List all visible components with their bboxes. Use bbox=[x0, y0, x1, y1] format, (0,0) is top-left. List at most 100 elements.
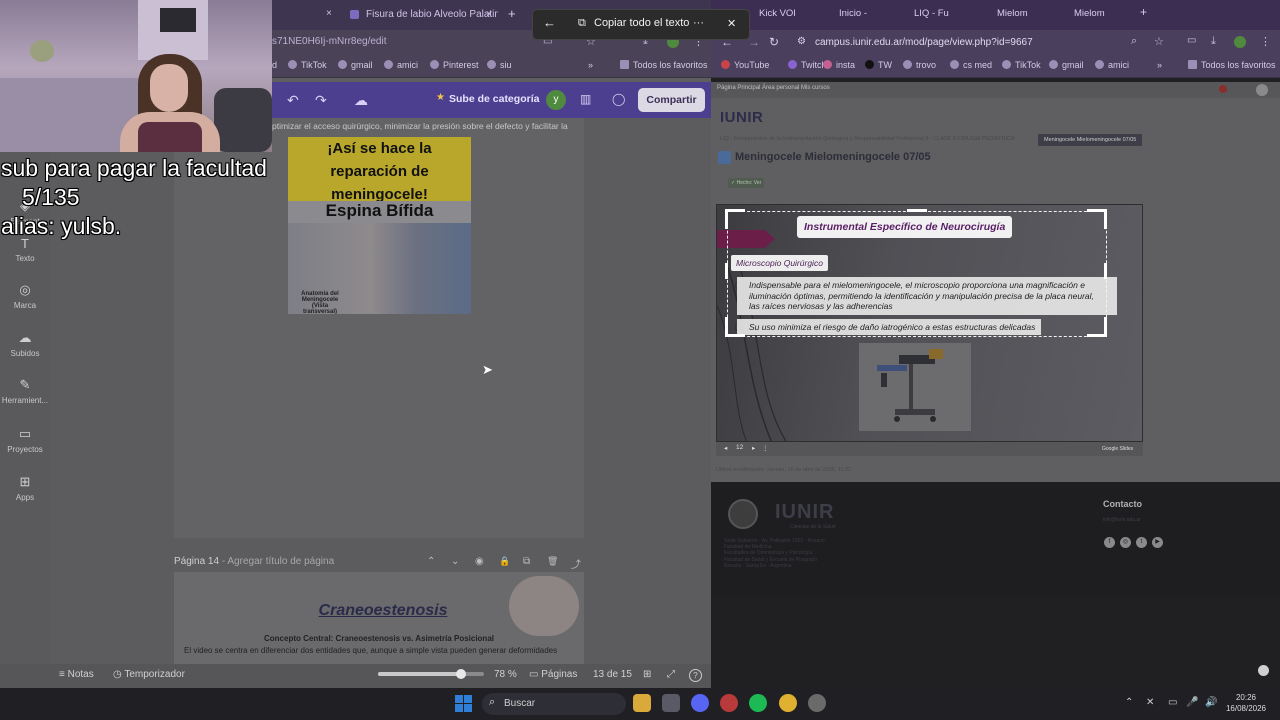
new-tab-button[interactable]: + bbox=[508, 6, 516, 21]
bookmark-youtube[interactable]: YouTube bbox=[721, 60, 769, 70]
bookmarks-more-icon[interactable]: » bbox=[588, 60, 593, 70]
selection-handle-left[interactable] bbox=[725, 263, 728, 279]
volume-icon[interactable]: 🔊 bbox=[1205, 697, 1217, 708]
instagram-icon[interactable]: ◎ bbox=[1120, 537, 1131, 548]
timer-button[interactable]: ◷ Temporizador bbox=[113, 669, 185, 680]
close-icon[interactable]: ✕ bbox=[727, 17, 736, 30]
star-icon[interactable]: ☆ bbox=[1154, 35, 1164, 48]
tab-close-icon[interactable]: × bbox=[486, 4, 492, 26]
tray-expand-icon[interactable]: ⌃ bbox=[1125, 697, 1133, 708]
eye-icon[interactable]: ◉ bbox=[475, 556, 484, 567]
next-slide-icon[interactable]: ▸ bbox=[752, 444, 755, 452]
poster-image[interactable]: ¡Así se hace la reparación de meningocel… bbox=[288, 137, 471, 314]
redo-icon[interactable]: ↷ bbox=[315, 92, 327, 109]
microphone-icon[interactable]: 🎤 bbox=[1186, 697, 1198, 708]
bookmark-tiktok[interactable]: TikTok bbox=[1002, 60, 1041, 70]
tray-display-icon[interactable]: ▭ bbox=[1168, 697, 1177, 708]
profile-avatar[interactable] bbox=[1234, 36, 1246, 48]
zoom-icon[interactable]: ⌕ bbox=[1131, 35, 1137, 48]
facebook-icon[interactable]: f bbox=[1104, 537, 1115, 548]
bookmark-pinterest[interactable]: Pinterest bbox=[430, 60, 479, 70]
bookmark-gmail[interactable]: gmail bbox=[338, 60, 373, 70]
lock-icon[interactable]: 🔒 bbox=[499, 556, 510, 567]
sidebar-item-tools[interactable]: ✎ Herramient... bbox=[0, 377, 50, 405]
notes-button[interactable]: ≡ Notas bbox=[59, 669, 94, 680]
bookmark-siu[interactable]: siu bbox=[487, 60, 512, 70]
twitter-icon[interactable]: t bbox=[1136, 537, 1147, 548]
tab-inicio[interactable]: Inicio - bbox=[839, 8, 867, 19]
help-icon[interactable]: ? bbox=[689, 669, 702, 682]
user-avatar[interactable]: y bbox=[546, 90, 566, 110]
sidebar-item-apps[interactable]: ⊞ Apps bbox=[0, 474, 50, 502]
right-address-bar[interactable]: ← → ↻ ⚙ campus.iunir.edu.ar/mod/page/vie… bbox=[711, 30, 1280, 56]
selection-handle-top[interactable] bbox=[907, 209, 927, 212]
url-text[interactable]: campus.iunir.edu.ar/mod/page/view.php?id… bbox=[815, 37, 1033, 48]
sidebar-item-uploads[interactable]: ☁ Subidos bbox=[0, 330, 50, 358]
tab-mielom-1[interactable]: Mielom bbox=[997, 8, 1028, 19]
embedded-slide[interactable]: Instrumental Específico de Neurocirugía … bbox=[716, 204, 1143, 442]
duplicate-icon[interactable]: ⧉ bbox=[523, 556, 530, 567]
chevron-down-icon[interactable]: ⌄ bbox=[451, 556, 459, 567]
selection-corner-top-right[interactable] bbox=[1087, 209, 1107, 229]
trash-icon[interactable]: 🗑 bbox=[547, 556, 558, 567]
bookmark-amici[interactable]: amici bbox=[1095, 60, 1129, 70]
back-arrow-icon[interactable]: ← bbox=[543, 15, 556, 30]
page-text-fragment[interactable]: ptimizar el acceso quirúrgico, minimizar… bbox=[272, 121, 568, 131]
tab-fisura-labio[interactable]: Fisura de labio Alveolo Palatino × bbox=[346, 4, 498, 26]
upgrade-button[interactable]: Sube de categoría bbox=[449, 93, 539, 105]
menu-icon[interactable]: ⋮ bbox=[1260, 35, 1271, 48]
user-menu-avatar[interactable] bbox=[1256, 84, 1268, 96]
zoom-value[interactable]: 78 % bbox=[494, 669, 517, 680]
bookmark-all-favorites[interactable]: Todos los favoritos bbox=[620, 60, 708, 70]
breadcrumb[interactable]: LIQ - Fundamentos de la Instrumentación … bbox=[720, 136, 1015, 142]
zoom-slider-handle[interactable] bbox=[455, 669, 466, 679]
tab-close-icon[interactable]: × bbox=[326, 8, 332, 19]
iunir-logo[interactable]: IUNIR bbox=[720, 109, 763, 126]
design-page-14[interactable]: Craneoestenosis Concepto Central: Craneo… bbox=[174, 572, 584, 664]
chevron-up-icon[interactable]: ⌃ bbox=[427, 556, 435, 567]
google-slides-brand[interactable]: Google Slides bbox=[1102, 446, 1133, 452]
taskbar-clock[interactable]: 20:26 16/08/2026 bbox=[1218, 692, 1274, 714]
bookmarks-more-icon[interactable]: » bbox=[1157, 60, 1162, 70]
pages-button[interactable]: ▭ Páginas bbox=[529, 669, 577, 680]
bookmark-gmail[interactable]: gmail bbox=[1049, 60, 1084, 70]
chart-icon[interactable]: ▥ bbox=[580, 92, 591, 106]
store-icon[interactable] bbox=[662, 694, 680, 712]
previous-slide-icon[interactable]: ◂ bbox=[724, 444, 727, 452]
obs-icon[interactable] bbox=[720, 694, 738, 712]
copy-all-text-button[interactable]: Copiar todo el texto bbox=[594, 17, 689, 29]
spotify-icon[interactable] bbox=[749, 694, 767, 712]
tab-kick[interactable]: Kick VOI bbox=[759, 8, 796, 19]
selection-corner-top-left[interactable] bbox=[725, 209, 745, 229]
discord-icon[interactable] bbox=[691, 694, 709, 712]
bookmark-insta[interactable]: insta bbox=[823, 60, 855, 70]
add-page-icon[interactable]: ⤴ bbox=[571, 556, 581, 571]
scroll-to-top-icon[interactable] bbox=[1258, 665, 1269, 676]
contact-email[interactable]: info@iunir.edu.ar bbox=[1103, 517, 1141, 523]
window-icon[interactable]: ▭ bbox=[1187, 35, 1196, 46]
add-page-title[interactable]: - Agregar título de página bbox=[219, 556, 334, 567]
more-options-icon[interactable]: ··· bbox=[693, 17, 704, 29]
sidebar-item-brand[interactable]: ◎ Marca bbox=[0, 282, 50, 310]
bookmark-tw[interactable]: TW bbox=[865, 60, 892, 70]
new-tab-button[interactable]: + bbox=[1140, 5, 1147, 19]
comment-icon[interactable]: ◯ bbox=[612, 92, 625, 106]
bookmark-trovo[interactable]: trovo bbox=[903, 60, 936, 70]
bookmark-all-favorites[interactable]: Todos los favoritos bbox=[1188, 60, 1276, 70]
page-14-label[interactable]: Página 14 - Agregar título de página bbox=[174, 556, 334, 567]
selection-corner-bottom-left[interactable] bbox=[725, 317, 745, 337]
forward-arrow-icon[interactable]: → bbox=[748, 35, 760, 49]
bookmark-amici[interactable]: amici bbox=[384, 60, 418, 70]
bookmark-cs-med[interactable]: cs med bbox=[950, 60, 992, 70]
sidebar-item-projects[interactable]: ▭ Proyectos bbox=[0, 426, 50, 454]
slide-more-icon[interactable]: ⋮ bbox=[762, 444, 769, 452]
selection-corner-bottom-right[interactable] bbox=[1087, 317, 1107, 337]
url-text[interactable]: s71NE0H6Ij-mNrr8eg/edit bbox=[272, 36, 387, 47]
undo-icon[interactable]: ↶ bbox=[287, 92, 299, 109]
site-info-icon[interactable]: ⚙ bbox=[797, 36, 806, 47]
tab-mielom-2[interactable]: Mielom bbox=[1074, 8, 1105, 19]
youtube-icon[interactable]: ▶ bbox=[1152, 537, 1163, 548]
zoom-slider[interactable] bbox=[378, 669, 484, 679]
fullscreen-icon[interactable]: ⤢ bbox=[667, 669, 675, 680]
download-icon[interactable]: ⤓ bbox=[1211, 35, 1216, 48]
